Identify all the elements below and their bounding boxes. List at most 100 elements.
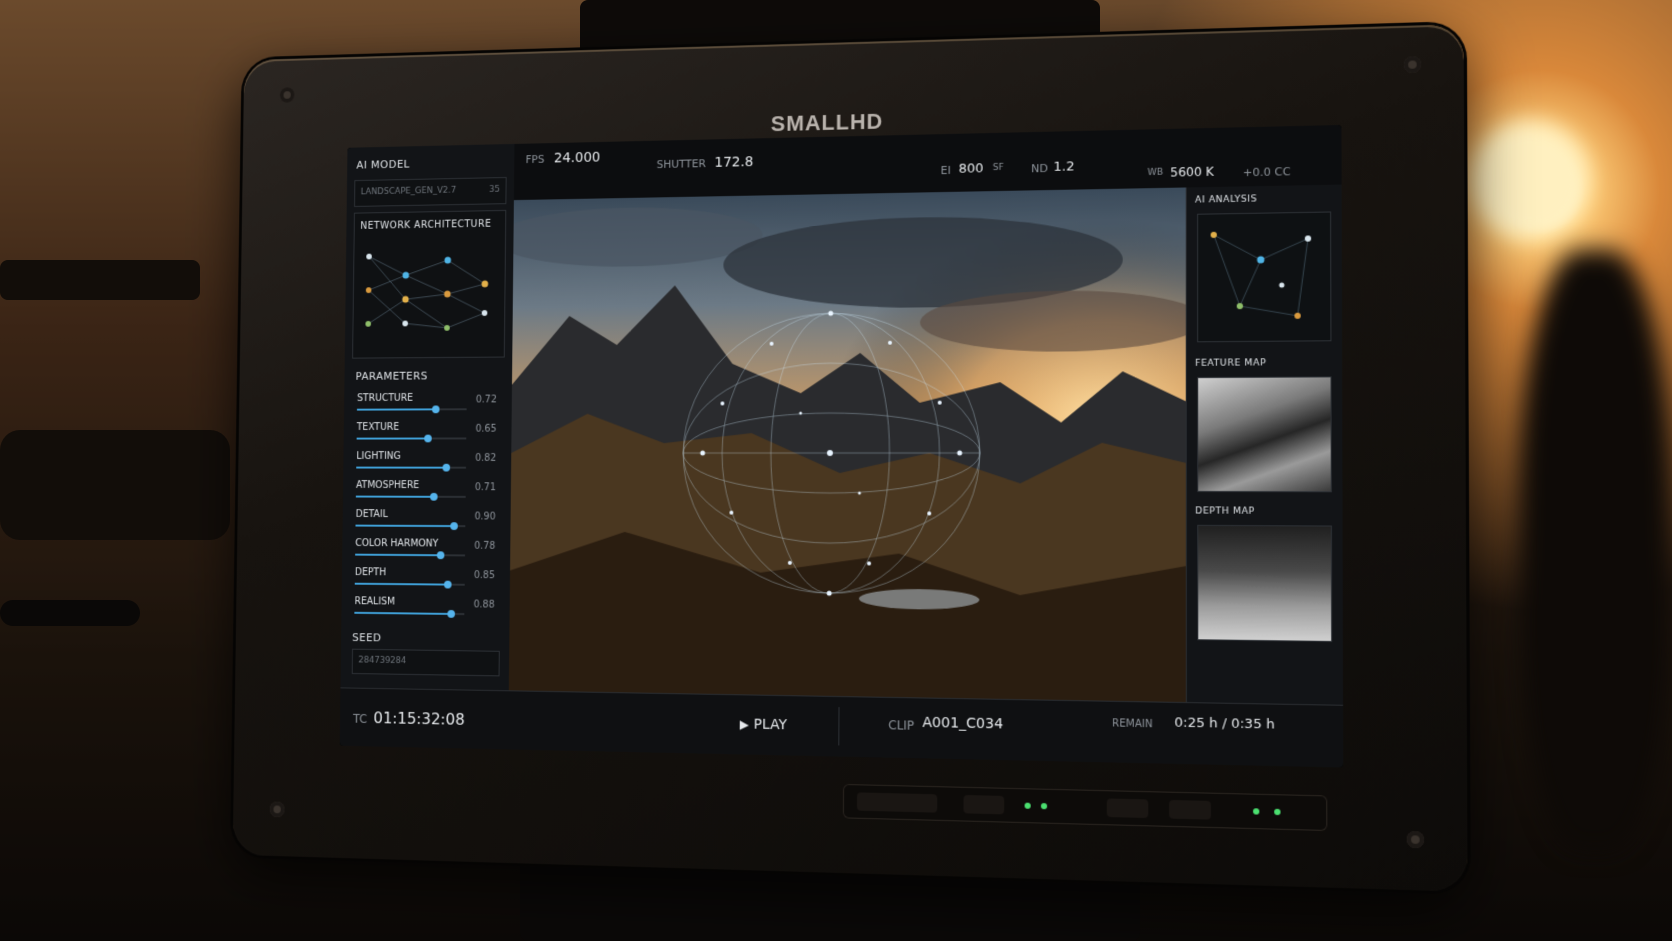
slider-track[interactable]	[355, 522, 466, 531]
ei-value[interactable]: 800	[959, 161, 984, 177]
parameter-value: 0.82	[475, 453, 497, 464]
parameter-slider[interactable]: TEXTURE 0.65	[356, 422, 497, 449]
remain-value: 0:25 h / 0:35 h	[1174, 715, 1275, 733]
parameter-value: 0.78	[474, 540, 496, 552]
parameter-value: 0.71	[474, 482, 496, 494]
wb-label: WB	[1147, 167, 1164, 179]
monitor-screen: AI MODEL LANDSCAPE_GEN_V2.7 35 NETWORK A…	[339, 124, 1344, 768]
slider-handle[interactable]	[423, 434, 432, 443]
slider-handle[interactable]	[429, 492, 438, 501]
slider-handle[interactable]	[447, 609, 455, 618]
slider-track[interactable]	[356, 463, 466, 472]
wb-value[interactable]: 5600 K	[1170, 165, 1214, 180]
parameter-name: ATMOSPHERE	[355, 480, 420, 491]
parameter-name: STRUCTURE	[357, 392, 414, 404]
camera-rig-left	[0, 260, 200, 300]
landscape-image	[508, 187, 1187, 703]
left-panel: AI MODEL LANDSCAPE_GEN_V2.7 35 NETWORK A…	[340, 143, 516, 691]
parameter-slider[interactable]: DETAIL 0.90	[355, 509, 496, 537]
depth-map-title: DEPTH MAP	[1195, 506, 1255, 517]
clip-value: A001_C034	[922, 714, 1004, 733]
bezel-button[interactable]	[1106, 798, 1149, 819]
bezel-button-strip	[842, 783, 1328, 832]
fps-label: FPS	[525, 152, 545, 166]
model-select[interactable]: LANDSCAPE_GEN_V2.7 35	[354, 177, 507, 207]
ai-analysis-title: AI ANALYSIS	[1195, 194, 1258, 206]
field-monitor: SMALLHD AI MODEL LANDSCAPE_GEN_V2.7 35 N…	[232, 24, 1468, 892]
parameter-value: 0.85	[473, 570, 495, 582]
parameter-slider[interactable]: DEPTH 0.85	[354, 567, 495, 596]
parameter-slider[interactable]: REALISM 0.88	[354, 596, 495, 625]
parameter-name: COLOR HARMONY	[355, 538, 439, 550]
remain-label: REMAIN	[1112, 718, 1153, 731]
sun-bokeh	[1470, 120, 1590, 240]
slider-handle[interactable]	[431, 405, 440, 414]
parameter-slider[interactable]: LIGHTING 0.82	[356, 451, 496, 478]
slider-fill	[355, 495, 434, 498]
slider-fill	[356, 466, 447, 469]
bezel-button[interactable]	[1169, 799, 1211, 820]
network-architecture-panel: NETWORK ARCHITECTURE	[352, 209, 507, 359]
network-graph-icon	[365, 253, 489, 331]
image-viewport[interactable]	[508, 187, 1187, 703]
slider-handle[interactable]	[444, 580, 452, 589]
clip-label: CLIP	[888, 718, 915, 733]
camera-rig-left	[0, 430, 230, 540]
status-led-icon	[1253, 808, 1260, 815]
shutter-value[interactable]: 172.8	[714, 154, 753, 171]
slider-handle[interactable]	[450, 522, 459, 531]
screw-icon	[269, 801, 285, 818]
play-button[interactable]: ▶ PLAY	[740, 713, 787, 734]
slider-track[interactable]	[356, 405, 467, 414]
slider-track[interactable]	[354, 580, 465, 589]
slider-track[interactable]	[355, 551, 466, 560]
feature-map-title: FEATURE MAP	[1195, 358, 1267, 369]
parameter-value: 0.72	[475, 394, 497, 406]
model-suffix: 35	[489, 184, 500, 195]
slider-fill	[354, 582, 449, 586]
parameter-value: 0.65	[475, 423, 497, 435]
depth-map-thumbnail[interactable]	[1197, 524, 1333, 642]
parameter-slider[interactable]: COLOR HARMONY 0.78	[355, 538, 495, 566]
parameter-name: LIGHTING	[356, 451, 401, 462]
bezel-button[interactable]	[963, 794, 1005, 815]
timecode-value: 01:15:32:08	[373, 708, 465, 729]
network-architecture-title: NETWORK ARCHITECTURE	[360, 218, 492, 232]
shutter-label: SHUTTER	[656, 157, 706, 171]
ei-suffix: SF	[992, 162, 1004, 174]
parameter-value: 0.88	[473, 599, 495, 611]
slider-fill	[355, 553, 441, 557]
nd-label: ND	[1031, 161, 1049, 176]
seed-value: 284739284	[358, 655, 407, 667]
slider-handle[interactable]	[436, 551, 445, 560]
slider-fill	[355, 524, 455, 528]
seed-title: SEED	[352, 631, 382, 645]
status-led-icon	[1040, 802, 1048, 810]
parameter-slider[interactable]: STRUCTURE 0.72	[356, 392, 497, 421]
feature-map-thumbnail[interactable]	[1197, 376, 1332, 493]
parameter-name: DEPTH	[354, 567, 387, 579]
nd-value[interactable]: 1.2	[1053, 159, 1074, 175]
status-led-icon	[1274, 808, 1281, 816]
fps-value[interactable]: 24.000	[554, 150, 601, 167]
seed-input[interactable]: 284739284	[351, 648, 500, 677]
slider-fill	[356, 437, 428, 440]
model-value: LANDSCAPE_GEN_V2.7	[360, 185, 457, 198]
cc-value[interactable]: +0.0 CC	[1243, 165, 1291, 179]
screw-icon	[1406, 830, 1425, 849]
analysis-graph-icon	[1210, 231, 1312, 319]
slider-fill	[354, 611, 452, 615]
divider	[838, 707, 840, 746]
slider-track[interactable]	[355, 492, 466, 501]
parameter-slider[interactable]: ATMOSPHERE 0.71	[355, 480, 496, 508]
slider-track[interactable]	[354, 609, 465, 618]
slider-track[interactable]	[356, 434, 467, 443]
bezel-button[interactable]	[856, 792, 938, 813]
slider-handle[interactable]	[442, 463, 450, 472]
ai-analysis-thumbnail[interactable]	[1197, 211, 1332, 343]
cable	[0, 600, 140, 626]
ai-model-label: AI MODEL	[356, 157, 410, 172]
parameter-name: REALISM	[354, 596, 396, 608]
ei-label: EI	[940, 163, 951, 178]
timecode-label: TC	[352, 711, 368, 726]
